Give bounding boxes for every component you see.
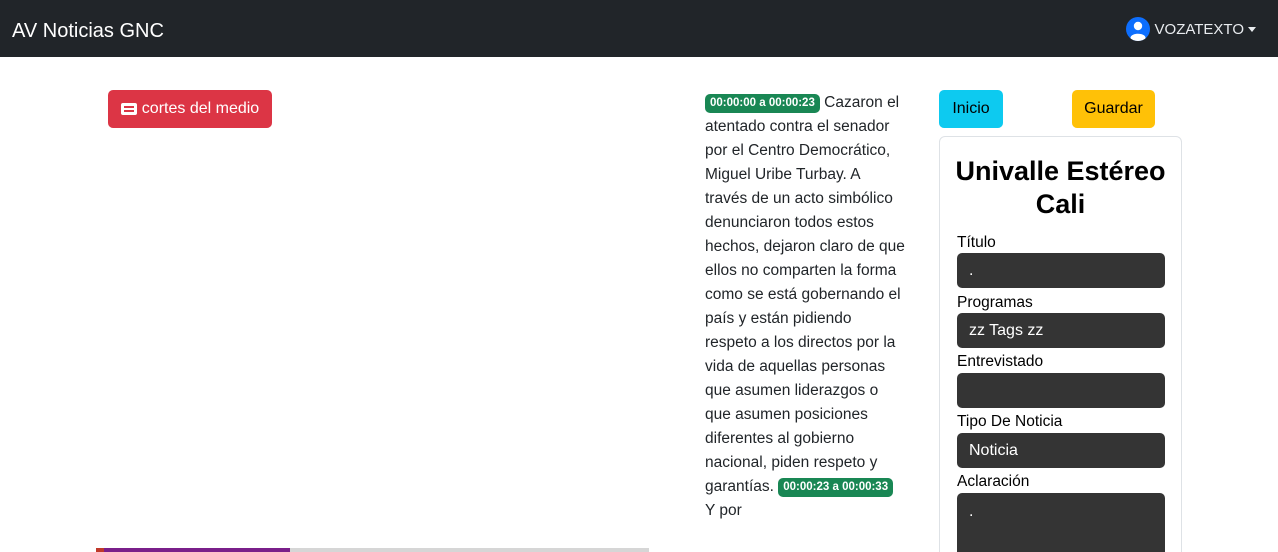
aclaracion-textarea[interactable]: . xyxy=(957,493,1165,552)
chevron-down-icon xyxy=(1248,26,1256,32)
transcript-panel: 00:00:00 a 00:00:23 Cazaron el atentado … xyxy=(705,91,905,523)
entrevistado-field[interactable] xyxy=(957,373,1165,408)
media-progress-fill xyxy=(96,548,290,552)
segment-text: Cazaron el atentado contra el senador po… xyxy=(705,94,905,495)
app-brand[interactable]: AV Noticias GNC xyxy=(12,18,164,44)
segment-time-badge[interactable]: 00:00:00 a 00:00:23 xyxy=(705,94,820,113)
entrevistado-label: Entrevistado xyxy=(957,353,1044,370)
programas-field[interactable]: zz Tags zz xyxy=(957,313,1165,348)
media-progress-bar[interactable] xyxy=(96,548,649,552)
user-name: VOZATEXTO xyxy=(1154,20,1244,38)
titulo-field[interactable]: . xyxy=(957,253,1165,288)
titulo-label: Título xyxy=(957,234,996,251)
inicio-button[interactable]: Inicio xyxy=(939,90,1003,128)
station-name: Univalle Estéreo Cali xyxy=(955,156,1166,219)
top-navbar: AV Noticias GNC VOZATEXTO xyxy=(0,0,1278,57)
tipo-noticia-label: Tipo De Noticia xyxy=(957,413,1063,430)
user-avatar-icon xyxy=(1125,17,1150,41)
keyboard-icon xyxy=(120,103,137,115)
programas-label: Programas xyxy=(957,294,1033,311)
guardar-button[interactable]: Guardar xyxy=(1072,90,1155,128)
aclaracion-label: Aclaración xyxy=(957,473,1030,490)
segment-time-badge[interactable]: 00:00:23 a 00:00:33 xyxy=(778,478,894,497)
tipo-noticia-select[interactable]: Noticia xyxy=(957,433,1165,468)
segment-text: Y por xyxy=(705,502,742,519)
news-form-card: Univalle Estéreo Cali Título . Programas… xyxy=(939,136,1182,552)
user-menu[interactable]: VOZATEXTO xyxy=(1125,17,1256,41)
cortes-label: cortes del medio xyxy=(141,100,260,117)
cortes-del-medio-button[interactable]: cortes del medio xyxy=(108,90,272,128)
